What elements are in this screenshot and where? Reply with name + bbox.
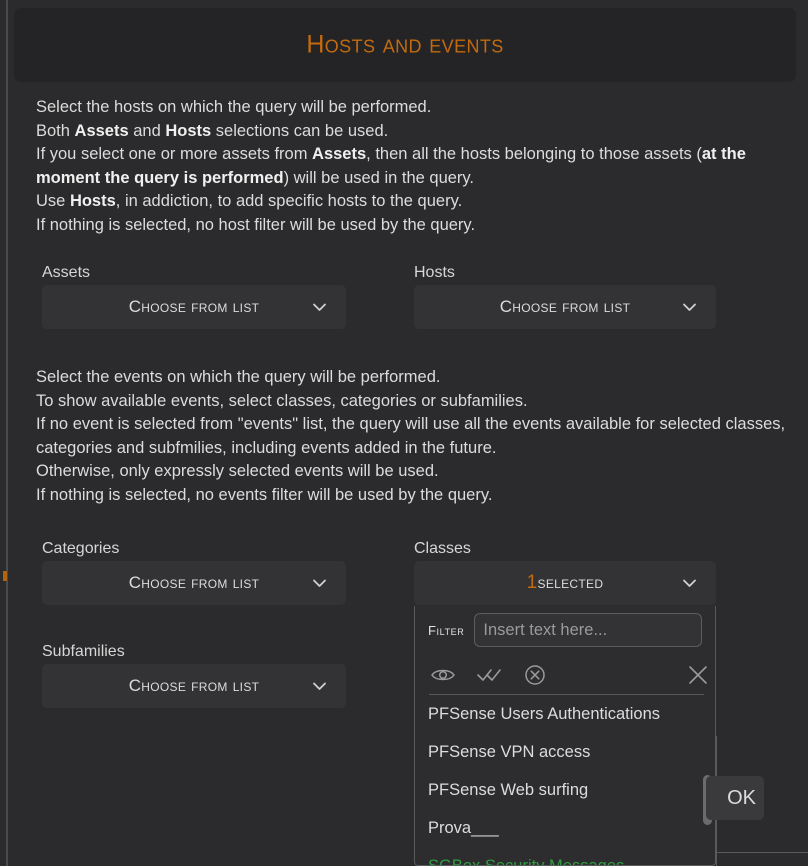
panel-left-border bbox=[6, 0, 8, 866]
chevron-down-icon bbox=[311, 575, 328, 592]
classes-selected-suffix: selected bbox=[537, 573, 604, 592]
description-line: Select the hosts on which the query will… bbox=[36, 98, 432, 116]
filter-input[interactable] bbox=[474, 613, 703, 647]
categories-dropdown-value: Choose from list bbox=[128, 573, 260, 592]
panel-bottom-border bbox=[716, 852, 808, 853]
description-line: Otherwise, only expressly selected event… bbox=[36, 462, 439, 480]
panel-edge-indicator bbox=[3, 571, 7, 581]
close-x-icon[interactable] bbox=[683, 660, 713, 690]
classes-selected-count: 1 bbox=[526, 572, 538, 593]
hosts-dropdown[interactable]: Choose from list bbox=[414, 285, 716, 329]
list-item[interactable]: PFSense VPN access bbox=[415, 733, 715, 771]
categories-label: Categories bbox=[42, 540, 120, 557]
assets-dropdown[interactable]: Choose from list bbox=[42, 285, 346, 329]
list-item[interactable]: PFSense Web surfing bbox=[415, 771, 715, 809]
list-item[interactable]: Prova___ bbox=[415, 809, 715, 847]
ok-button[interactable]: OK bbox=[706, 776, 764, 820]
classes-label: Classes bbox=[414, 540, 471, 557]
classes-dropdown-panel: Filter PFSense User bbox=[414, 606, 716, 866]
filter-row: Filter bbox=[415, 606, 715, 654]
description-line: If nothing is selected, no host filter w… bbox=[36, 215, 476, 234]
description-line: If no event is selected from "events" li… bbox=[36, 415, 786, 457]
hosts-dropdown-value: Choose from list bbox=[499, 297, 631, 316]
page-title: Hosts and events bbox=[306, 30, 504, 59]
classes-dropdown-value: 1selected bbox=[527, 572, 604, 594]
categories-dropdown[interactable]: Choose from list bbox=[42, 561, 346, 605]
assets-label: Assets bbox=[42, 264, 91, 281]
classes-option-list[interactable]: PFSense Users Authentications PFSense VPN… bbox=[415, 695, 715, 865]
description-line: To show available events, select classes… bbox=[36, 391, 528, 410]
filter-actions-row bbox=[415, 656, 715, 694]
subfamilies-dropdown-value: Choose from list bbox=[128, 676, 260, 695]
description-line: If you select one or more assets from As… bbox=[36, 145, 746, 187]
subfamilies-dropdown[interactable]: Choose from list bbox=[42, 664, 346, 708]
events-description: Select the events on which the query wil… bbox=[36, 366, 788, 507]
subfamilies-label: Subfamilies bbox=[42, 643, 125, 660]
circle-x-icon[interactable] bbox=[520, 660, 550, 690]
chevron-down-icon bbox=[681, 575, 698, 592]
eye-icon[interactable] bbox=[428, 660, 458, 690]
description-line: Use Hosts, in addiction, to add specific… bbox=[36, 192, 463, 210]
header-panel: Hosts and events bbox=[14, 8, 796, 82]
description-line: Both Assets and Hosts selections can be … bbox=[36, 121, 389, 140]
double-check-icon[interactable] bbox=[474, 660, 504, 690]
chevron-down-icon bbox=[681, 299, 698, 316]
filter-label: Filter bbox=[428, 622, 465, 638]
description-line: Select the events on which the query wil… bbox=[36, 368, 441, 386]
hosts-description: Select the hosts on which the query will… bbox=[36, 96, 788, 237]
chevron-down-icon bbox=[311, 678, 328, 695]
hosts-label: Hosts bbox=[414, 264, 455, 281]
list-item[interactable]: SGBox Security Messages bbox=[415, 847, 715, 865]
description-line: If nothing is selected, no events filter… bbox=[36, 485, 493, 504]
classes-dropdown[interactable]: 1selected bbox=[414, 561, 716, 605]
chevron-down-icon bbox=[311, 299, 328, 316]
assets-dropdown-value: Choose from list bbox=[128, 297, 260, 316]
list-item[interactable]: PFSense Users Authentications bbox=[415, 695, 715, 733]
